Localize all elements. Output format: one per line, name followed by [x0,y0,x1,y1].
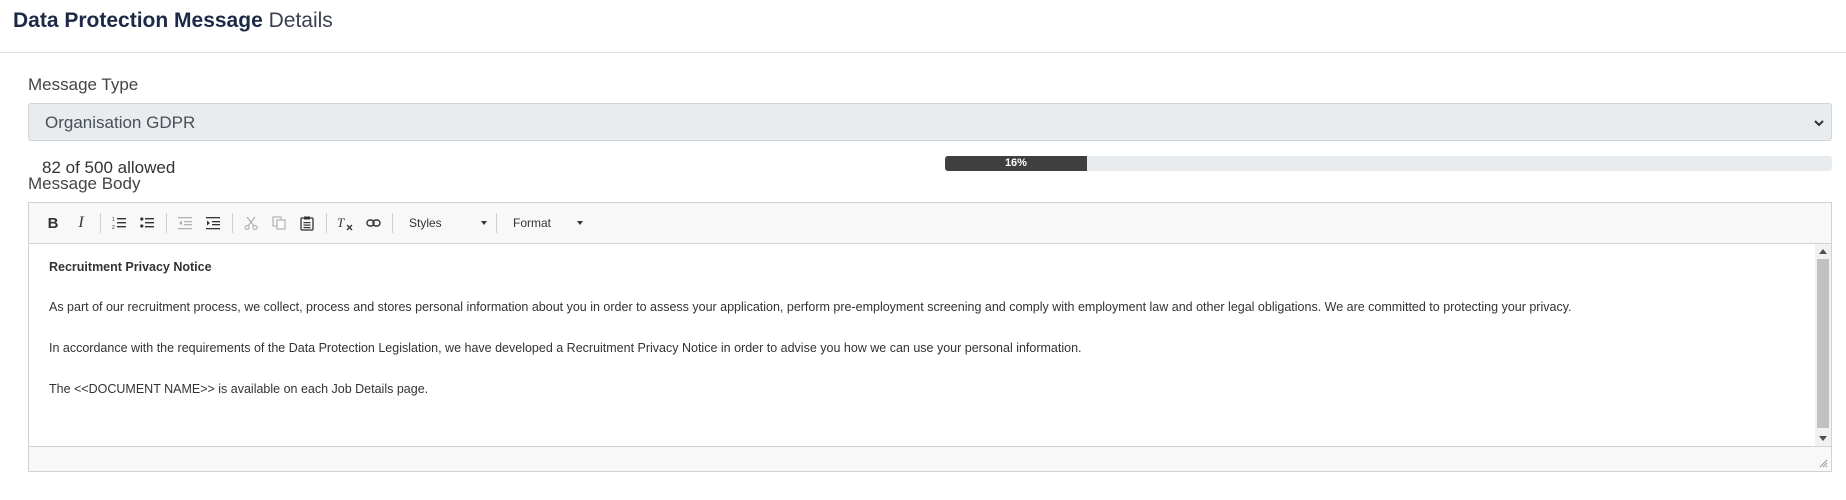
cut-icon [244,216,258,230]
link-icon [365,219,381,227]
message-type-select[interactable]: Organisation GDPR [28,103,1832,141]
link-button[interactable] [361,211,385,235]
page-header: Data Protection Message Details [0,0,1846,53]
bold-icon: B [47,214,59,232]
remove-format-button[interactable]: T [333,211,357,235]
character-count-text: 82 of 500 allowed [42,158,176,177]
editor-statusbar [29,446,1831,471]
format-dropdown[interactable]: Format [503,211,589,235]
bulleted-list-icon [140,217,154,228]
decrease-indent-icon [178,217,192,230]
toolbar-separator [100,213,101,233]
notice-title: Recruitment Privacy Notice [49,260,212,274]
notice-paragraph-3: The <<DOCUMENT NAME>> is available on ea… [49,382,429,396]
message-type-label: Message Type [28,75,139,94]
toolbar-separator [326,213,327,233]
numbered-list-icon: 1 2 [112,217,126,230]
character-counter: 82 of 500 allowed 16% [28,156,1832,190]
paste-icon [300,216,314,231]
bold-button[interactable]: B [41,211,65,235]
caret-down-icon [577,221,583,225]
italic-icon: I [78,214,84,231]
message-type-value: Organisation GDPR [45,113,196,132]
progress-fill: 16% [945,156,1087,171]
character-progress-bar: 16% [945,156,1832,171]
toolbar-separator [392,213,393,233]
form-content: Message Type Organisation GDPR 82 of 500… [0,53,1846,472]
svg-text:2: 2 [112,225,115,230]
editor-toolbar: B I 1 2 T Styles Format [29,203,1831,244]
scroll-down-arrow-icon[interactable] [1819,436,1827,441]
rich-text-editor: B I 1 2 T Styles Format Recruitment Priv… [28,202,1832,472]
styles-dropdown[interactable]: Styles [399,211,493,235]
paste-button[interactable] [295,211,319,235]
chevron-down-icon [1814,120,1824,127]
numbered-list-button[interactable]: 1 2 [107,211,131,235]
svg-text:T: T [337,216,345,230]
cut-button[interactable] [239,211,263,235]
scroll-up-arrow-icon[interactable] [1819,249,1827,254]
svg-text:1: 1 [112,217,115,223]
scrollbar-thumb[interactable] [1817,259,1829,428]
italic-button[interactable]: I [69,211,93,235]
toolbar-separator [496,213,497,233]
increase-indent-icon [206,217,220,230]
copy-icon [272,216,286,230]
notice-paragraph-1: As part of our recruitment process, we c… [49,300,1572,314]
notice-paragraph-2: In accordance with the requirements of t… [49,341,1082,355]
remove-format-icon: T [337,216,353,230]
resize-grip-icon[interactable] [1818,458,1828,468]
caret-down-icon [481,221,487,225]
toolbar-separator [232,213,233,233]
editor-content-area[interactable]: Recruitment Privacy Notice As part of ou… [29,244,1831,446]
increase-indent-button[interactable] [201,211,225,235]
bulleted-list-button[interactable] [135,211,159,235]
toolbar-separator [166,213,167,233]
format-label: Format [513,216,552,230]
page-title: Data Protection Message [13,9,263,32]
page-subtitle: Details [268,9,333,32]
styles-label: Styles [409,216,442,230]
copy-button[interactable] [267,211,291,235]
editor-scrollbar[interactable] [1815,244,1831,446]
decrease-indent-button[interactable] [173,211,197,235]
